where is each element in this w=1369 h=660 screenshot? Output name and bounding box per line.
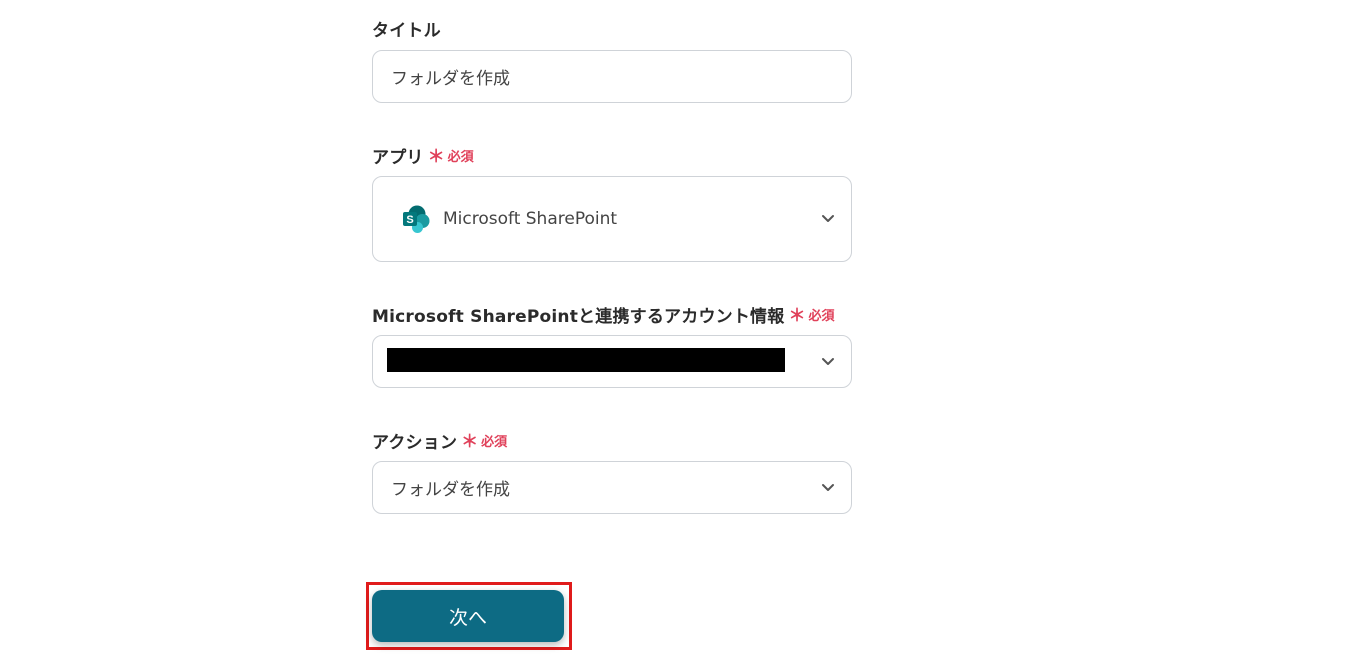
- action-required-badge: ＊ 必須: [461, 431, 507, 450]
- page: タイトル フォルダを作成 アプリ ＊ 必須 S Microsoft ShareP…: [0, 0, 1369, 660]
- app-select[interactable]: S Microsoft SharePoint: [372, 176, 852, 262]
- action-label-row: アクション ＊ 必須: [372, 428, 507, 453]
- account-select[interactable]: [372, 335, 852, 388]
- title-label-row: タイトル: [372, 16, 441, 41]
- chevron-down-icon: [822, 215, 834, 222]
- app-label-row: アプリ ＊ 必須: [372, 143, 474, 168]
- account-label: Microsoft SharePointと連携するアカウント情報: [372, 306, 785, 327]
- title-input[interactable]: フォルダを作成: [372, 50, 852, 103]
- app-select-value: Microsoft SharePoint: [443, 209, 618, 229]
- title-label: タイトル: [372, 20, 441, 41]
- action-select-value: フォルダを作成: [391, 480, 510, 500]
- next-button[interactable]: 次へ: [372, 590, 564, 642]
- required-text: 必須: [481, 434, 508, 450]
- redacted-account-value: [387, 348, 785, 372]
- app-label: アプリ: [372, 147, 424, 168]
- sharepoint-logo-icon: S: [403, 205, 430, 233]
- chevron-down-icon: [822, 357, 834, 365]
- required-asterisk: ＊: [461, 431, 479, 452]
- chevron-down-icon: [822, 483, 834, 491]
- required-asterisk: ＊: [427, 146, 445, 167]
- required-text: 必須: [808, 308, 835, 324]
- action-select[interactable]: フォルダを作成: [372, 461, 852, 514]
- account-required-badge: ＊ 必須: [788, 305, 834, 324]
- title-input-value: フォルダを作成: [391, 69, 510, 89]
- app-required-badge: ＊ 必須: [428, 146, 474, 165]
- required-text: 必須: [447, 149, 474, 165]
- required-asterisk: ＊: [788, 305, 806, 326]
- action-label: アクション: [372, 432, 458, 453]
- account-label-row: Microsoft SharePointと連携するアカウント情報 ＊ 必須: [372, 302, 834, 327]
- svg-text:S: S: [406, 214, 413, 226]
